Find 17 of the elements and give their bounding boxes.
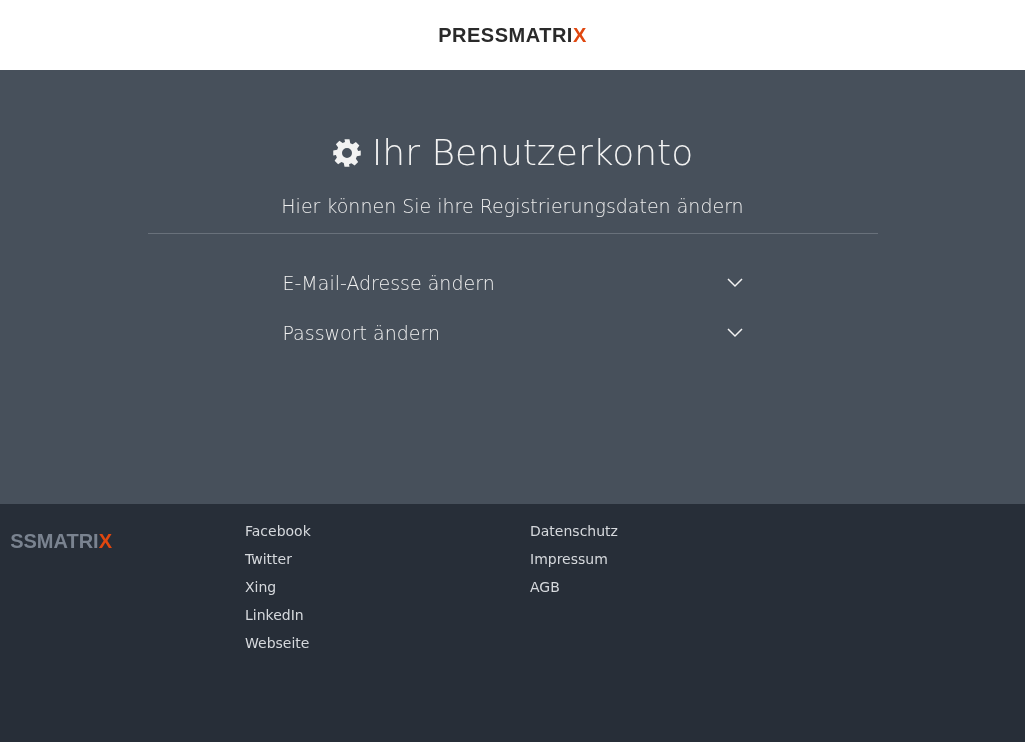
footer-link[interactable]: Webseite	[245, 632, 310, 654]
chevron-icon	[726, 278, 743, 288]
footer-link[interactable]: Twitter	[245, 548, 292, 570]
page-subtitle: Hier können Sie ihre Registrierungsdaten ändern	[281, 195, 744, 217]
footer-link[interactable]: LinkedIn	[245, 604, 304, 626]
footer-link[interactable]: Xing	[245, 576, 277, 598]
footer-link[interactable]: Facebook	[245, 520, 311, 542]
accordion-header[interactable]: Passwort ändern	[282, 314, 743, 352]
chevron-icon	[726, 328, 743, 338]
accordion-header[interactable]: E-Mail-Adresse ändern	[282, 264, 743, 302]
brand-logo[interactable]: SSMATRIX	[10, 530, 112, 550]
brand-logo[interactable]: PRESSMATRIX	[438, 23, 587, 47]
settings-icon	[331, 137, 362, 168]
footer-link[interactable]: Impressum	[530, 548, 608, 570]
page-title: Ihr Benutzerkonto	[371, 132, 694, 173]
footer-link[interactable]: AGB	[530, 576, 560, 598]
footer-link[interactable]: Datenschutz	[530, 520, 618, 542]
